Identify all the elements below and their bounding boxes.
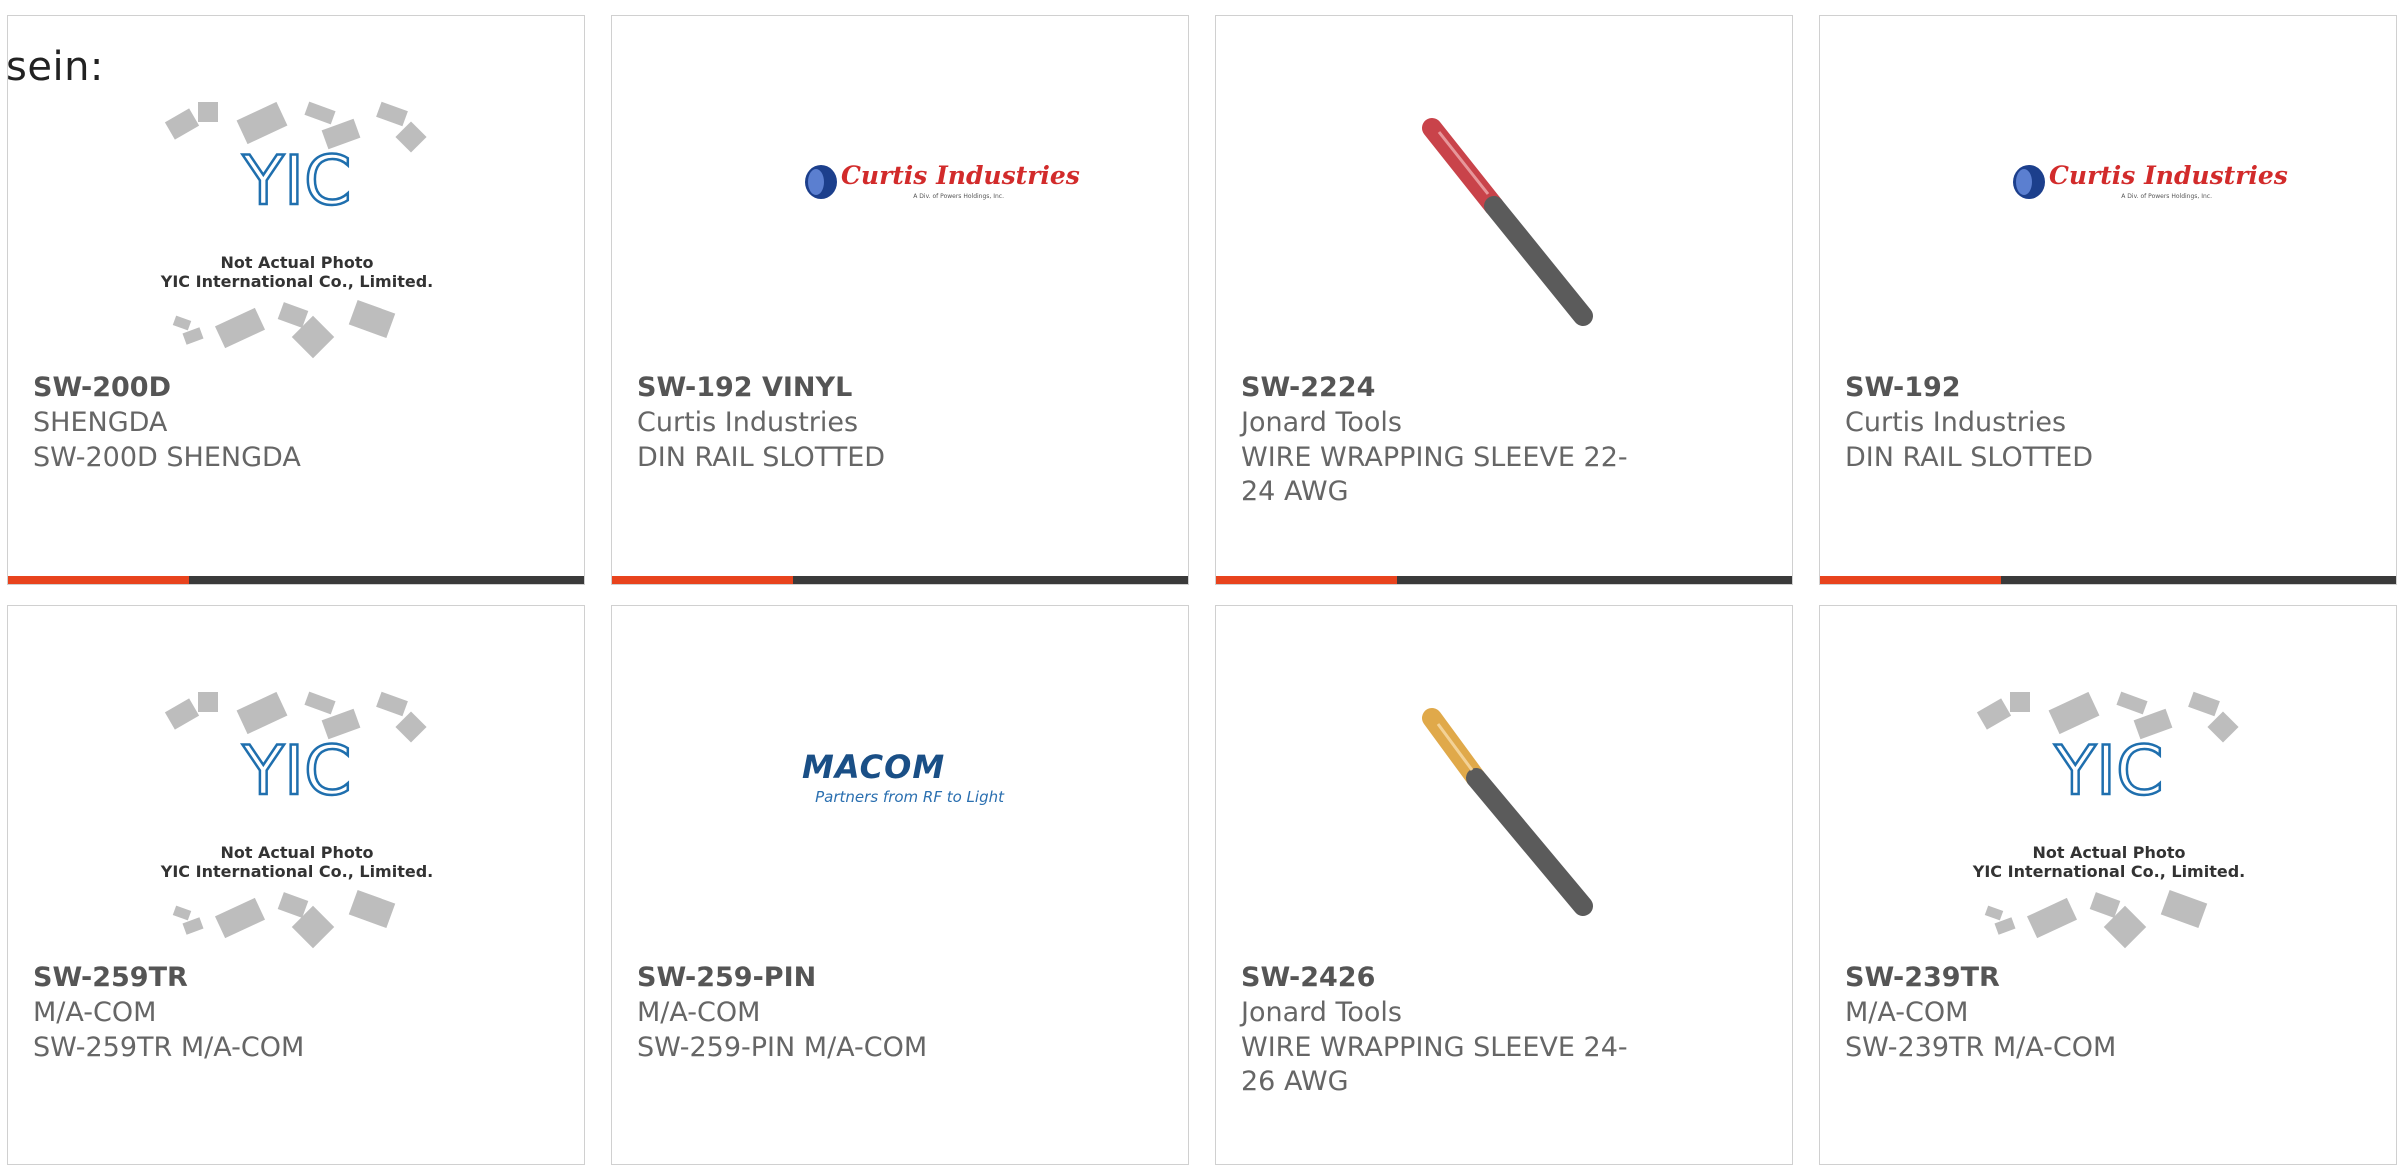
- product-card[interactable]: SW-2426 Jonard Tools WIRE WRAPPING SLEEV…: [1215, 605, 1793, 1165]
- product-card[interactable]: YIC Not Actual Photo YIC International C…: [7, 15, 585, 585]
- product-image-yic-placeholder: YIC Not Actual Photo YIC International C…: [1972, 691, 2245, 949]
- curtis-logo-subtext: A Div. of Powers Holdings, Inc.: [913, 193, 1004, 200]
- description: SW-239TR M/A-COM: [1845, 1032, 2117, 1063]
- part-number[interactable]: SW-259TR: [33, 962, 188, 993]
- yic-caption-2: YIC International Co., Limited.: [1972, 862, 2245, 881]
- yic-caption-2: YIC International Co., Limited.: [160, 862, 433, 881]
- card-bar-accent: [1216, 576, 1398, 584]
- card-bar: [612, 576, 1188, 584]
- part-number[interactable]: SW-2224: [1241, 372, 1375, 403]
- intro-text: sein:: [6, 44, 104, 90]
- manufacturer: M/A-COM: [1845, 997, 1969, 1028]
- description: DIN RAIL SLOTTED: [637, 442, 886, 473]
- product-card[interactable]: SW-2224 Jonard Tools WIRE WRAPPING SLEEV…: [1215, 15, 1793, 585]
- manufacturer: SHENGDA: [33, 407, 168, 438]
- part-number[interactable]: SW-192: [1845, 372, 1961, 403]
- manufacturer: Jonard Tools: [1241, 407, 1402, 438]
- product-image-sleeve-red: [1422, 118, 1593, 326]
- product-image-macom-logo: MACOM Partners from RF to Light: [802, 748, 1005, 806]
- description: DIN RAIL SLOTTED: [1845, 442, 2094, 473]
- product-image-yic-placeholder: YIC Not Actual Photo YIC International C…: [160, 691, 433, 949]
- product-image-sleeve-yellow: [1422, 708, 1593, 916]
- description: SW-259TR M/A-COM: [33, 1032, 305, 1063]
- product-image-curtis-logo: Curtis Industries A Div. of Powers Holdi…: [805, 161, 1080, 200]
- curtis-logo-text: Curtis Industries: [2049, 161, 2288, 190]
- description: SW-259-PIN M/A-COM: [637, 1032, 928, 1063]
- manufacturer: M/A-COM: [637, 997, 761, 1028]
- product-image-yic-placeholder: YIC Not Actual Photo YIC International C…: [160, 101, 433, 359]
- yic-caption-1: Not Actual Photo: [220, 253, 373, 272]
- yic-caption-2: YIC International Co., Limited.: [160, 272, 433, 291]
- description: WIRE WRAPPING SLEEVE 22-24 AWG: [1241, 442, 1628, 507]
- card-bar-accent: [8, 576, 190, 584]
- macom-logo-text: MACOM: [802, 748, 945, 786]
- manufacturer: Jonard Tools: [1241, 997, 1402, 1028]
- svg-text:YIC: YIC: [241, 142, 351, 221]
- part-number[interactable]: SW-259-PIN: [637, 962, 816, 993]
- part-number[interactable]: SW-192 VINYL: [637, 372, 852, 403]
- manufacturer: Curtis Industries: [637, 407, 859, 438]
- product-card[interactable]: Curtis Industries A Div. of Powers Holdi…: [611, 15, 1189, 585]
- yic-caption-1: Not Actual Photo: [220, 843, 373, 862]
- manufacturer: Curtis Industries: [1845, 407, 2067, 438]
- product-image-curtis-logo: Curtis Industries A Div. of Powers Holdi…: [2013, 161, 2288, 200]
- card-bar-accent: [1820, 576, 2002, 584]
- svg-text:YIC: YIC: [241, 732, 351, 811]
- description: WIRE WRAPPING SLEEVE 24-26 AWG: [1241, 1032, 1628, 1097]
- product-card[interactable]: YIC Not Actual Photo YIC International C…: [1819, 605, 2397, 1165]
- card-bar: [8, 576, 584, 584]
- curtis-logo-text: Curtis Industries: [841, 161, 1080, 190]
- part-number[interactable]: SW-2426: [1241, 962, 1375, 993]
- product-card[interactable]: Curtis Industries A Div. of Powers Holdi…: [1819, 15, 2397, 585]
- product-card[interactable]: MACOM Partners from RF to Light SW-259-P…: [611, 605, 1189, 1165]
- card-bar: [1216, 576, 1792, 584]
- part-number[interactable]: SW-239TR: [1845, 962, 2000, 993]
- description: SW-200D SHENGDA: [33, 442, 301, 473]
- macom-logo-subtext: Partners from RF to Light: [815, 788, 1005, 806]
- manufacturer: M/A-COM: [33, 997, 157, 1028]
- card-bar-accent: [612, 576, 794, 584]
- svg-text:YIC: YIC: [2053, 732, 2163, 811]
- part-number[interactable]: SW-200D: [33, 372, 171, 403]
- yic-caption-1: Not Actual Photo: [2032, 843, 2185, 862]
- product-card[interactable]: YIC Not Actual Photo YIC International C…: [7, 605, 585, 1165]
- card-bar: [1820, 576, 2396, 584]
- curtis-logo-subtext: A Div. of Powers Holdings, Inc.: [2121, 193, 2212, 200]
